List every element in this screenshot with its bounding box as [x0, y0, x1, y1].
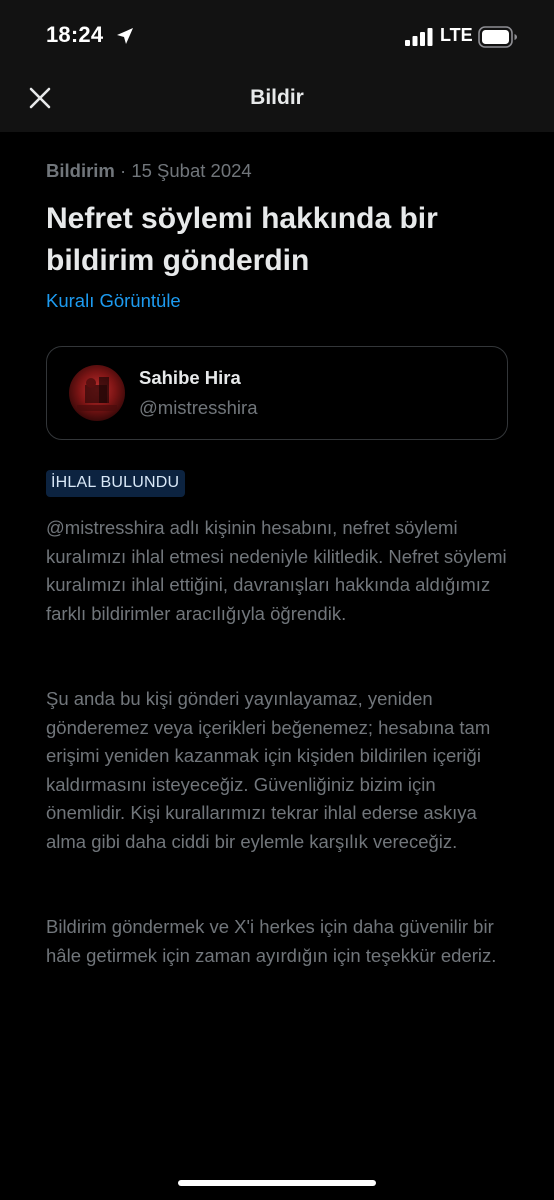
reported-account-card[interactable]: Sahibe Hira @mistresshira — [46, 346, 508, 440]
home-indicator[interactable] — [178, 1180, 376, 1186]
notice-headline: Nefret söylemi hakkında bir bildirim gön… — [46, 202, 438, 277]
status-time: 18:24 — [46, 22, 104, 47]
notice-type: Bildirim — [46, 160, 115, 181]
notice-date: 15 Şubat 2024 — [131, 160, 252, 181]
account-name: Sahibe Hira — [139, 367, 241, 388]
signal-icon — [405, 28, 433, 46]
violation-found-badge: İHLAL BULUNDU — [46, 470, 186, 497]
status-bar: 18:24 LTE — [0, 0, 554, 72]
body-paragraph-1: @mistresshira adlı kişinin hesabını, nef… — [46, 517, 507, 624]
body-paragraph-2: Şu anda bu kişi gönderi yayınlayamaz, ye… — [46, 688, 491, 852]
network-label: LTE — [440, 25, 473, 45]
avatar — [69, 365, 125, 421]
screen: 18:24 LTE Bildir Bildirim · 15 Şubat 202… — [0, 0, 554, 1200]
battery-icon — [478, 26, 517, 48]
location-arrow-icon — [117, 28, 133, 44]
account-handle: @mistresshira — [139, 397, 258, 418]
nav-title: Bildir — [250, 86, 304, 109]
meta-separator: · — [114, 160, 132, 181]
view-rule-link[interactable]: Kuralı Görüntüle — [46, 290, 181, 312]
body-paragraph-3: Bildirim göndermek ve X'i herkes için da… — [46, 916, 497, 966]
nav-bar: Bildir — [0, 72, 554, 132]
notice-meta: Bildirim · 15 Şubat 2024 — [46, 160, 252, 182]
